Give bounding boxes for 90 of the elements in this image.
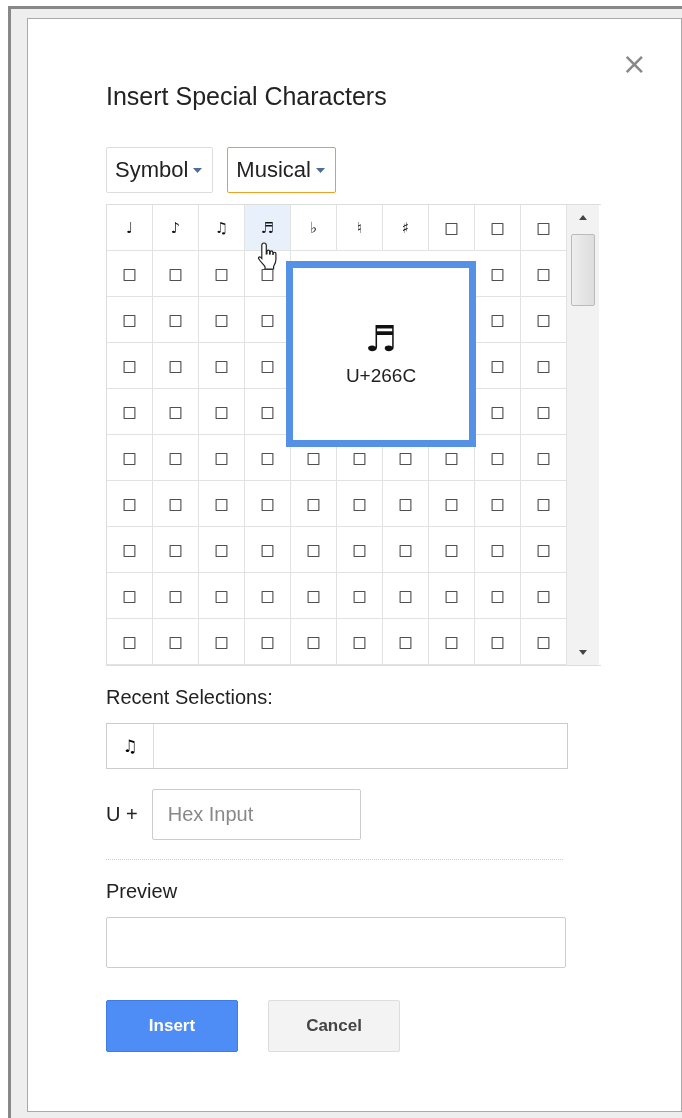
cancel-button[interactable]: Cancel (268, 1000, 400, 1052)
character-cell[interactable]: □ (107, 343, 153, 389)
character-cell[interactable]: □ (199, 389, 245, 435)
character-cell[interactable]: □ (383, 619, 429, 665)
dialog-title: Insert Special Characters (106, 82, 388, 112)
character-cell[interactable]: □ (337, 435, 383, 481)
close-button[interactable]: × (621, 49, 647, 79)
character-cell[interactable]: □ (245, 297, 291, 343)
character-cell[interactable]: □ (199, 297, 245, 343)
character-cell[interactable]: ♪ (153, 205, 199, 251)
character-cell[interactable]: ♯ (383, 205, 429, 251)
character-cell[interactable]: ♬ (245, 205, 291, 251)
scroll-down-icon (579, 650, 587, 655)
character-cell[interactable]: □ (153, 297, 199, 343)
character-cell[interactable]: □ (245, 619, 291, 665)
character-cell[interactable]: □ (383, 527, 429, 573)
character-cell[interactable]: □ (107, 527, 153, 573)
character-cell[interactable]: □ (475, 573, 521, 619)
character-cell[interactable]: □ (291, 435, 337, 481)
character-cell[interactable]: □ (337, 527, 383, 573)
character-cell[interactable]: □ (475, 297, 521, 343)
character-cell[interactable]: □ (291, 481, 337, 527)
character-cell[interactable]: □ (107, 389, 153, 435)
character-cell[interactable]: □ (245, 573, 291, 619)
scrollbar[interactable] (567, 205, 599, 665)
character-cell[interactable]: □ (429, 435, 475, 481)
character-cell[interactable]: □ (245, 527, 291, 573)
character-cell[interactable]: □ (475, 527, 521, 573)
character-cell[interactable]: □ (107, 619, 153, 665)
hex-input-field[interactable]: Hex Input (151, 789, 361, 840)
character-cell[interactable]: □ (199, 251, 245, 297)
character-cell[interactable]: □ (429, 619, 475, 665)
character-cell[interactable]: □ (475, 619, 521, 665)
scroll-up-icon (579, 215, 587, 220)
character-cell[interactable]: □ (107, 435, 153, 481)
preview-label: Preview (106, 880, 179, 903)
category-dropdown[interactable]: Symbol (106, 147, 214, 193)
character-cell[interactable]: □ (475, 343, 521, 389)
character-cell[interactable]: □ (199, 573, 245, 619)
unicode-prefix: U + (106, 803, 138, 826)
character-cell[interactable]: □ (107, 297, 153, 343)
character-cell[interactable]: □ (199, 435, 245, 481)
caret-icon (315, 167, 325, 173)
character-cell[interactable]: □ (245, 389, 291, 435)
character-cell[interactable]: □ (291, 527, 337, 573)
character-cell[interactable]: □ (107, 573, 153, 619)
character-cell[interactable]: □ (337, 573, 383, 619)
recent-selections-label: Recent Selections: (106, 686, 274, 709)
character-cell[interactable]: □ (383, 481, 429, 527)
character-cell[interactable]: □ (153, 343, 199, 389)
character-cell[interactable]: □ (429, 527, 475, 573)
character-cell[interactable]: □ (383, 435, 429, 481)
character-cell[interactable]: □ (475, 205, 521, 251)
recent-character[interactable]: ♫ (107, 724, 154, 768)
character-cell[interactable]: □ (475, 435, 521, 481)
character-cell[interactable]: □ (153, 619, 199, 665)
character-cell[interactable]: □ (291, 573, 337, 619)
character-cell[interactable]: □ (199, 527, 245, 573)
caret-icon (193, 167, 203, 173)
character-cell[interactable]: □ (199, 619, 245, 665)
character-cell[interactable]: □ (199, 481, 245, 527)
character-cell[interactable]: □ (245, 343, 291, 389)
character-cell[interactable]: □ (153, 251, 199, 297)
character-cell[interactable]: □ (199, 343, 245, 389)
preview-character: ♬ (364, 321, 398, 357)
character-cell[interactable]: □ (383, 573, 429, 619)
character-cell[interactable]: □ (153, 573, 199, 619)
character-cell[interactable]: □ (429, 481, 475, 527)
character-cell[interactable]: □ (153, 481, 199, 527)
character-cell[interactable]: ♮ (337, 205, 383, 251)
scrollbar-thumb[interactable] (571, 234, 595, 306)
character-cell[interactable]: □ (107, 251, 153, 297)
character-cell[interactable]: □ (337, 481, 383, 527)
unicode-code: U+266C (345, 365, 417, 387)
character-cell[interactable]: ♩ (107, 205, 153, 251)
character-cell[interactable]: □ (153, 527, 199, 573)
character-cell[interactable]: □ (245, 435, 291, 481)
character-cell[interactable]: □ (429, 205, 475, 251)
character-cell[interactable]: □ (337, 619, 383, 665)
character-cell[interactable]: □ (475, 389, 521, 435)
character-cell[interactable]: □ (291, 619, 337, 665)
character-cell[interactable]: □ (475, 481, 521, 527)
character-cell[interactable]: □ (429, 573, 475, 619)
category-dropdown[interactable]: Musical (227, 147, 336, 193)
character-cell[interactable]: ♭ (291, 205, 337, 251)
character-cell[interactable]: □ (153, 389, 199, 435)
character-cell[interactable]: □ (245, 481, 291, 527)
character-cell[interactable]: □ (153, 435, 199, 481)
character-cell[interactable]: □ (107, 481, 153, 527)
character-cell[interactable]: □ (475, 251, 521, 297)
